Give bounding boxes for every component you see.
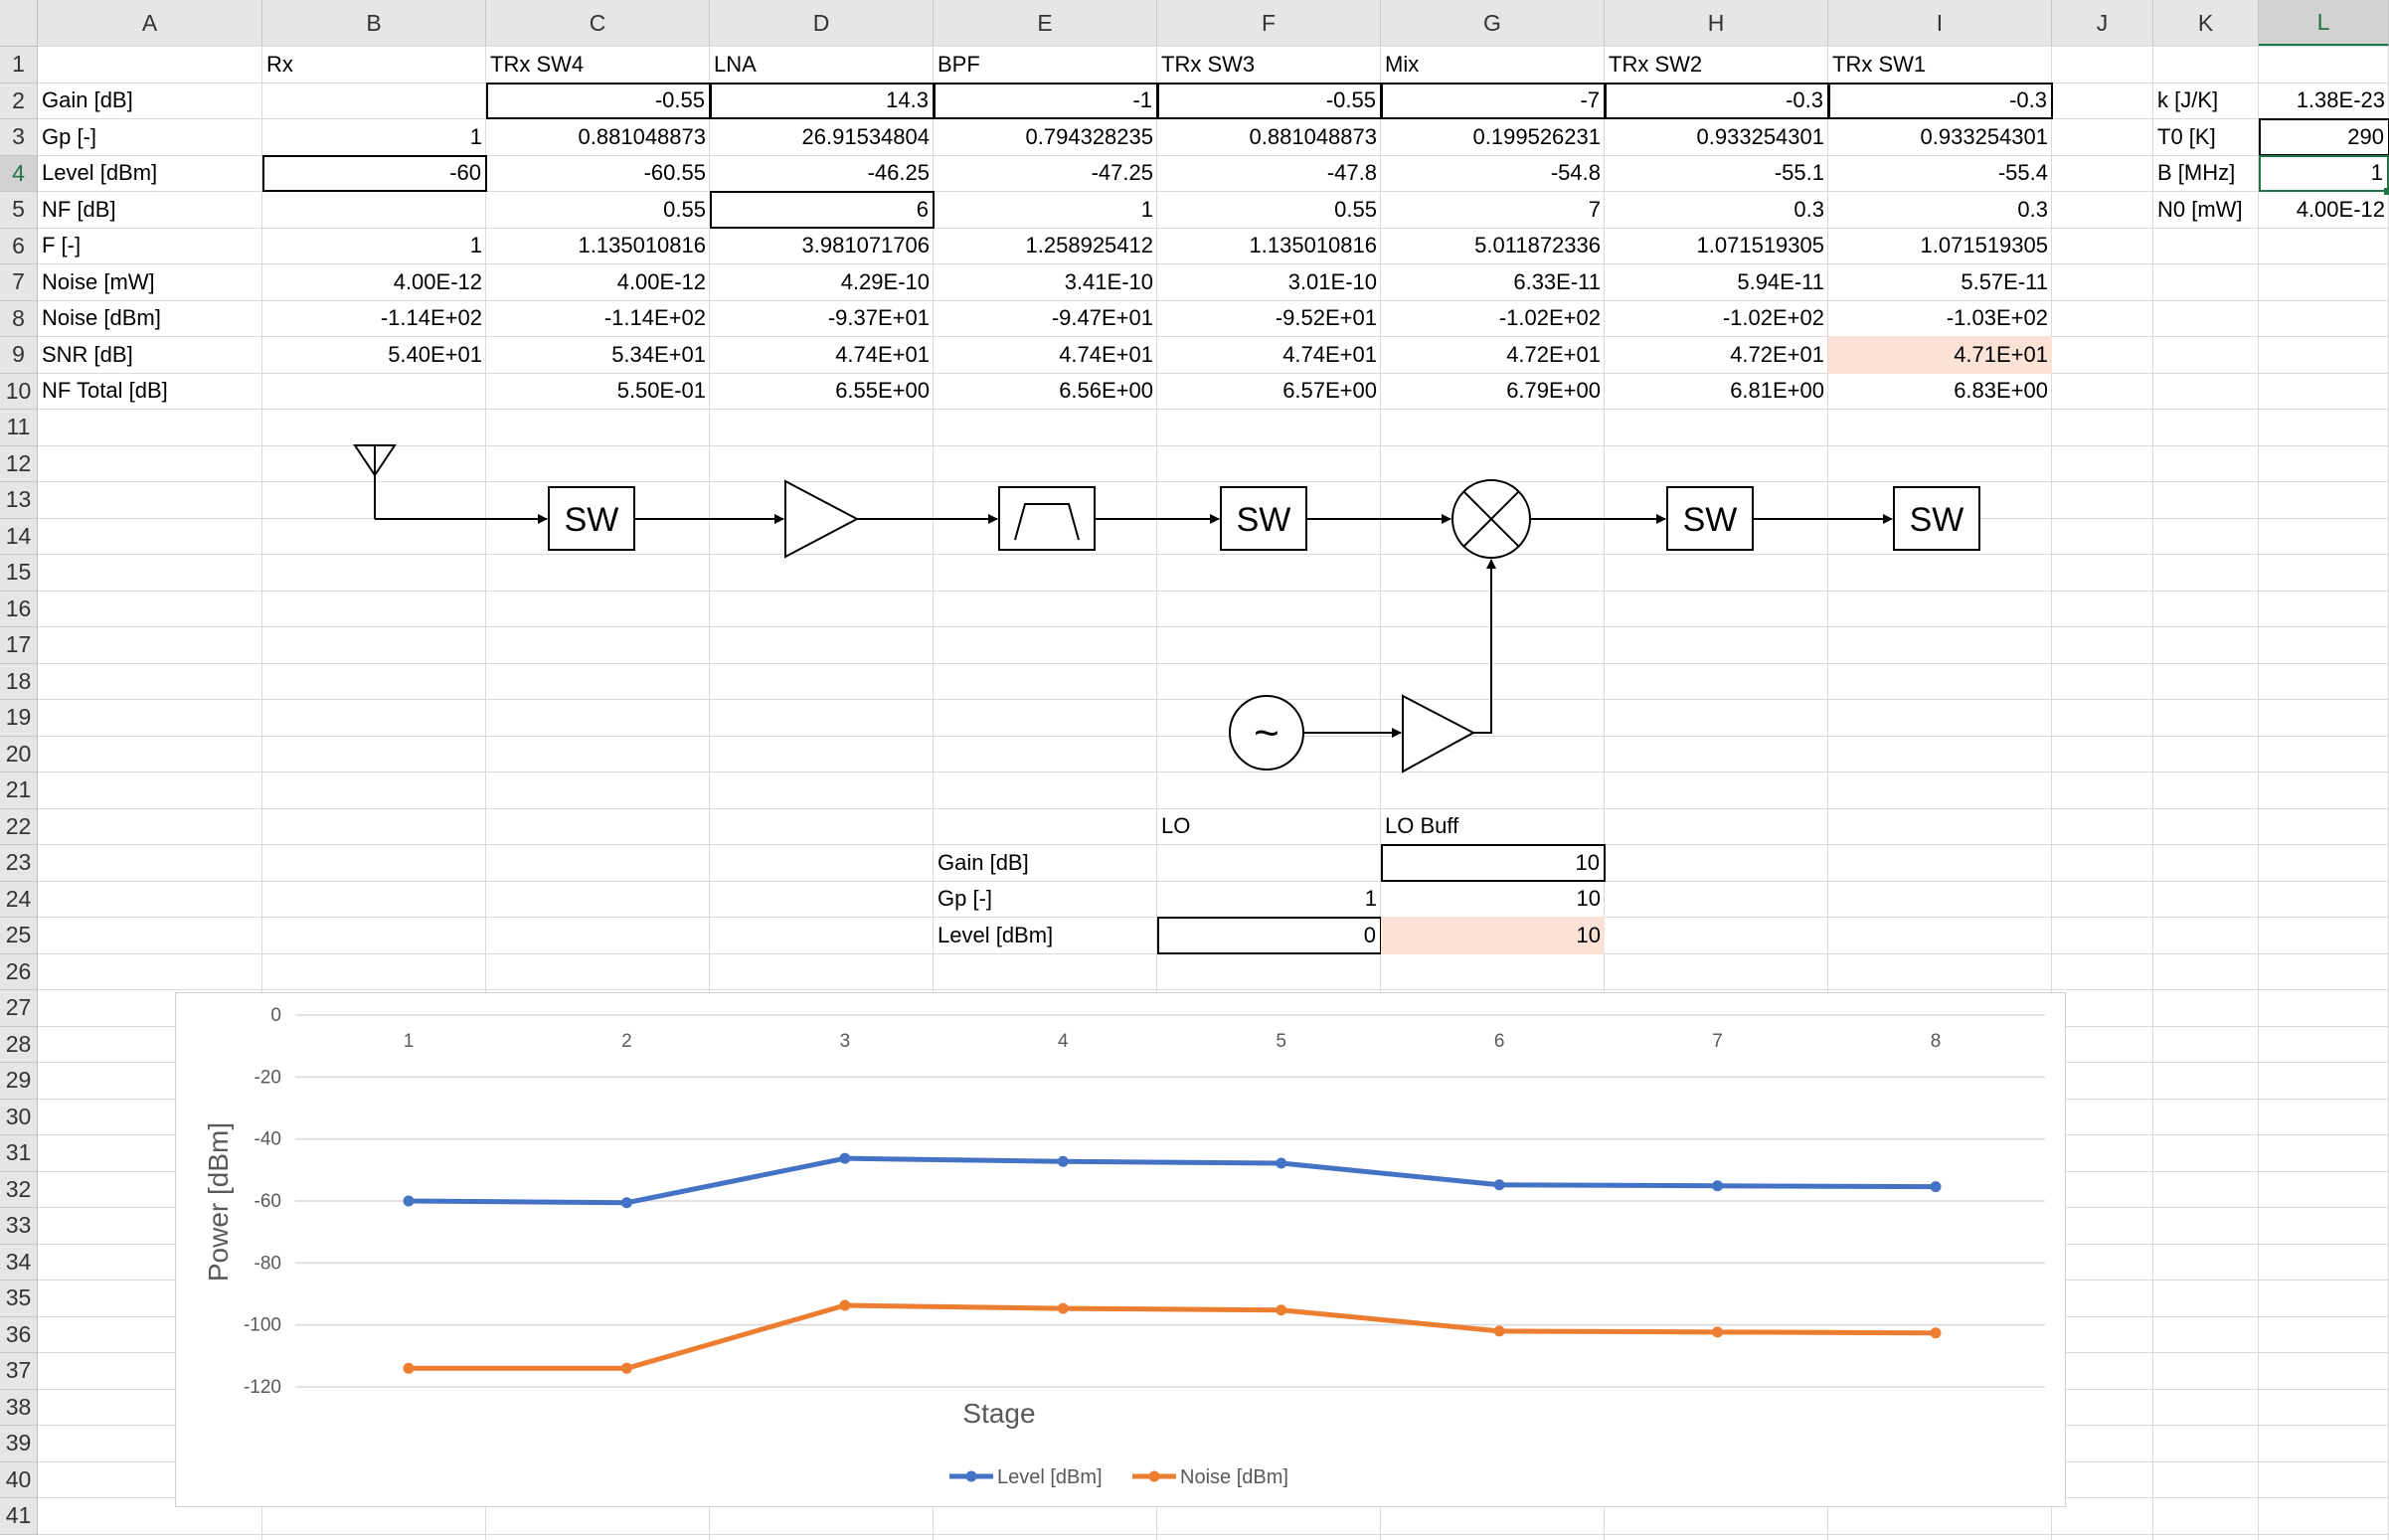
- data-point: [1930, 1181, 1942, 1193]
- y-tick-label: -40: [255, 1129, 281, 1150]
- data-point: [620, 1362, 632, 1374]
- data-point: [620, 1197, 632, 1209]
- data-point: [1930, 1327, 1942, 1339]
- sw3-label: SW: [1237, 501, 1291, 539]
- legend-label: Level [dBm]: [997, 1466, 1103, 1488]
- sw1-label: SW: [1910, 501, 1964, 539]
- antenna-icon[interactable]: [353, 444, 397, 519]
- data-point: [1057, 1302, 1069, 1314]
- x-tick-label: 3: [840, 1031, 851, 1052]
- y-tick-label: -20: [255, 1067, 281, 1088]
- mixer-icon[interactable]: [1451, 479, 1531, 559]
- x-axis-title: Stage: [962, 1398, 1035, 1429]
- data-point: [839, 1152, 851, 1164]
- lna-amplifier-icon[interactable]: [784, 479, 860, 559]
- x-tick-label: 2: [621, 1031, 632, 1052]
- series-line-1: [409, 1302, 1937, 1371]
- legend-label: Noise [dBm]: [1180, 1466, 1288, 1488]
- x-tick-label: 4: [1058, 1031, 1069, 1052]
- x-tick-label: 6: [1494, 1031, 1505, 1052]
- data-point: [1276, 1304, 1287, 1316]
- data-point: [1712, 1180, 1724, 1192]
- data-point: [1493, 1325, 1505, 1337]
- data-point: [1057, 1155, 1069, 1167]
- y-tick-label: -120: [244, 1377, 281, 1398]
- series-line-0: [408, 1155, 1937, 1206]
- x-tick-label: 1: [404, 1031, 415, 1052]
- spreadsheet[interactable]: ABCDEFGHIJKL 1 2 3 4 5 6 7 8 9 10 11 12 13 14 15 16 17 18…: [0, 0, 2389, 1540]
- x-tick-label: 7: [1712, 1031, 1723, 1052]
- lo-buffer-amplifier-icon[interactable]: [1402, 694, 1476, 773]
- data-point: [403, 1362, 415, 1374]
- y-tick-label: -100: [244, 1315, 281, 1336]
- bandpass-filter-icon[interactable]: [998, 486, 1096, 551]
- sw4-label: SW: [565, 501, 619, 539]
- x-tick-label: 5: [1276, 1031, 1286, 1052]
- power-level-chart[interactable]: 0 -20 -40 -60 -80 -100 -120 1 2 3 4 5 6 7 8 Power [dBm]…: [175, 992, 2066, 1507]
- data-point: [1712, 1326, 1724, 1338]
- data-point: [839, 1299, 851, 1311]
- oscillator-symbol: ~: [1254, 709, 1280, 758]
- legend-swatch-marker: [965, 1470, 977, 1482]
- y-tick-label: -60: [255, 1191, 281, 1212]
- x-tick-label: 8: [1931, 1031, 1942, 1052]
- legend-swatch-marker: [1148, 1470, 1160, 1482]
- data-point: [1276, 1157, 1287, 1169]
- sw2-label: SW: [1683, 501, 1738, 539]
- data-point: [1493, 1179, 1505, 1191]
- y-tick-label: 0: [270, 1005, 281, 1026]
- y-axis-title: Power [dBm]: [203, 1122, 234, 1282]
- y-tick-label: -80: [255, 1253, 281, 1274]
- data-point: [403, 1195, 415, 1207]
